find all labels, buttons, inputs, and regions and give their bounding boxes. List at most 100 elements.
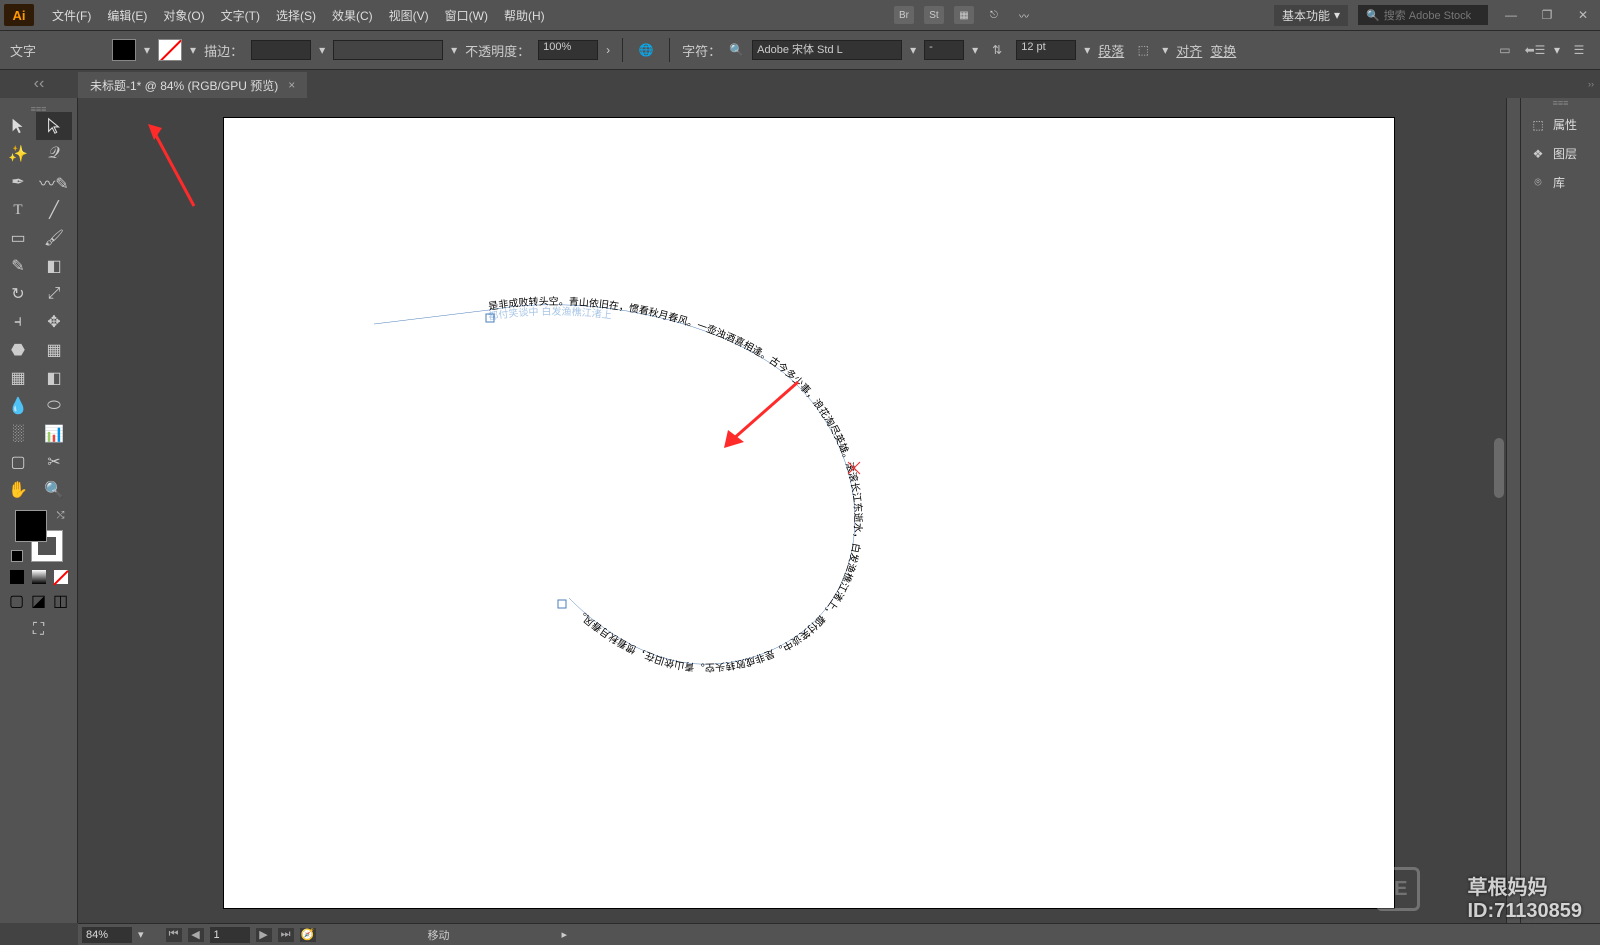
font-size-stepper[interactable]: ⇅ xyxy=(986,40,1008,60)
menu-select[interactable]: 选择(S) xyxy=(268,7,324,24)
right-panel-collapse[interactable]: ›› xyxy=(1506,70,1600,98)
feedback-icon[interactable]: 〰 xyxy=(1014,6,1034,24)
gradient-mode[interactable] xyxy=(28,568,50,586)
transform-label[interactable]: 变换 xyxy=(1210,41,1236,60)
scale-tool[interactable]: ⤢ xyxy=(36,280,72,308)
tab-close-icon[interactable]: × xyxy=(288,78,295,92)
workspace-switcher[interactable]: 基本功能 ▾ xyxy=(1274,5,1348,26)
zoom-tool[interactable]: 🔍 xyxy=(36,476,72,504)
screen-mode[interactable]: ⛶ xyxy=(21,616,57,644)
fill-color[interactable] xyxy=(15,510,47,542)
blend-tool[interactable]: ⬭ xyxy=(36,392,72,420)
zoom-input[interactable] xyxy=(82,927,132,943)
gpu-icon[interactable]: ⎋ xyxy=(984,6,1004,24)
status-menu[interactable]: ▸ xyxy=(562,928,568,941)
draw-normal[interactable]: ▢ xyxy=(6,592,28,610)
fill-stroke-control[interactable]: ⤭ xyxy=(11,510,67,562)
tools-collapse[interactable]: ‹‹ xyxy=(0,70,78,98)
window-minimize[interactable]: — xyxy=(1498,6,1524,24)
default-fill-stroke-icon[interactable] xyxy=(11,550,23,562)
perspective-tool[interactable]: ▦ xyxy=(36,336,72,364)
right-dock-strip[interactable] xyxy=(1506,98,1520,923)
font-family-dd[interactable]: ▾ xyxy=(910,43,916,57)
last-artboard[interactable]: ⏭ xyxy=(278,928,294,942)
slice-tool[interactable]: ✂ xyxy=(36,448,72,476)
artboard-tool[interactable]: ▢ xyxy=(0,448,36,476)
align-label[interactable]: 对齐 xyxy=(1176,41,1202,60)
pen-tool[interactable]: ✒ xyxy=(0,168,36,196)
properties-panel-button[interactable]: ⬚ 属性 xyxy=(1521,110,1600,139)
libraries-panel-button[interactable]: ⌾ 库 xyxy=(1521,168,1600,197)
menu-edit[interactable]: 编辑(E) xyxy=(99,7,155,24)
width-tool[interactable]: ⫞ xyxy=(0,308,36,336)
align-dd[interactable]: ▾ xyxy=(1554,43,1560,57)
vertical-scrollbar[interactable] xyxy=(1492,98,1506,923)
curvature-tool[interactable]: 〰✎ xyxy=(36,168,72,196)
font-size-dd[interactable]: ▾ xyxy=(1084,43,1090,57)
font-size-input[interactable]: 12 pt xyxy=(1016,40,1076,60)
free-transform-tool[interactable]: ✥ xyxy=(36,308,72,336)
canvas-area[interactable]: 是非成败转头空。青山依旧在，惯看秋月春风。一壶浊酒喜相逢。古今多少事，浪花淘尽英… xyxy=(78,98,1506,923)
menu-help[interactable]: 帮助(H) xyxy=(496,7,553,24)
tools-grip[interactable]: ≡≡≡ xyxy=(0,104,77,112)
window-restore[interactable]: ❐ xyxy=(1534,6,1560,24)
eraser-tool[interactable]: ◧ xyxy=(36,252,72,280)
fill-dropdown[interactable]: ▾ xyxy=(144,43,150,57)
artboard-nav-menu[interactable]: 🧭 xyxy=(300,928,316,942)
mesh-tool[interactable]: ▦ xyxy=(0,364,36,392)
font-search-icon[interactable]: 🔍 xyxy=(729,43,744,57)
symbol-sprayer-tool[interactable]: ░ xyxy=(0,420,36,448)
para-panel-icon[interactable]: ⬚ xyxy=(1132,40,1154,60)
next-artboard[interactable]: ▶ xyxy=(256,928,272,942)
opacity-input[interactable]: 100% xyxy=(538,40,598,60)
line-tool[interactable]: ╱ xyxy=(36,196,72,224)
swap-fill-stroke-icon[interactable]: ⤭ xyxy=(57,510,65,521)
draw-inside[interactable]: ◫ xyxy=(50,592,72,610)
right-panel-grip[interactable]: ≡≡≡ xyxy=(1521,98,1600,110)
stock-search-input[interactable]: 🔍 搜索 Adobe Stock xyxy=(1358,5,1488,25)
column-graph-tool[interactable]: 📊 xyxy=(36,420,72,448)
layers-panel-button[interactable]: ❖ 图层 xyxy=(1521,139,1600,168)
menu-window[interactable]: 窗口(W) xyxy=(437,7,496,24)
fill-swatch[interactable] xyxy=(112,39,136,61)
document-tab[interactable]: 未标题-1* @ 84% (RGB/GPU 预览) × xyxy=(78,72,307,98)
rotate-tool[interactable]: ↻ xyxy=(0,280,36,308)
recolor-icon[interactable]: 🌐 xyxy=(635,40,657,60)
magic-wand-tool[interactable]: ✨ xyxy=(0,140,36,168)
stock-icon[interactable]: St xyxy=(924,6,944,24)
rectangle-tool[interactable]: ▭ xyxy=(0,224,36,252)
font-style-input[interactable]: - xyxy=(924,40,964,60)
brush-dd[interactable]: ▾ xyxy=(451,43,457,57)
stroke-weight-input[interactable] xyxy=(251,40,311,60)
window-close[interactable]: ✕ xyxy=(1570,6,1596,24)
font-style-dd[interactable]: ▾ xyxy=(972,43,978,57)
menu-effect[interactable]: 效果(C) xyxy=(324,7,381,24)
draw-behind[interactable]: ◪ xyxy=(28,592,50,610)
direct-selection-tool[interactable] xyxy=(36,112,72,140)
menu-file[interactable]: 文件(F) xyxy=(44,7,99,24)
stroke-weight-dd[interactable]: ▾ xyxy=(319,43,325,57)
para-dd[interactable]: ▾ xyxy=(1162,43,1168,57)
selection-tool[interactable] xyxy=(0,112,36,140)
menu-view[interactable]: 视图(V) xyxy=(381,7,437,24)
hand-tool[interactable]: ✋ xyxy=(0,476,36,504)
menu-type[interactable]: 文字(T) xyxy=(213,7,268,24)
stroke-swatch[interactable] xyxy=(158,39,182,61)
shape-builder-tool[interactable]: ⬣ xyxy=(0,336,36,364)
eyedropper-tool[interactable]: 💧 xyxy=(0,392,36,420)
vertical-scrollbar-thumb[interactable] xyxy=(1494,438,1504,498)
paintbrush-tool[interactable]: 🖌 xyxy=(36,224,72,252)
type-tool[interactable]: T xyxy=(0,196,36,224)
paragraph-label[interactable]: 段落 xyxy=(1098,41,1124,60)
align-panel-icon[interactable]: ⬅☰ xyxy=(1524,40,1546,60)
zoom-dd[interactable]: ▾ xyxy=(138,928,144,941)
first-artboard[interactable]: ⏮ xyxy=(166,928,182,942)
stroke-dropdown[interactable]: ▾ xyxy=(190,43,196,57)
bridge-icon[interactable]: Br xyxy=(894,6,914,24)
lasso-tool[interactable]: 𝒬 xyxy=(36,140,72,168)
opacity-dd[interactable]: › xyxy=(606,43,610,57)
color-mode[interactable] xyxy=(6,568,28,586)
brush-definition[interactable] xyxy=(333,40,443,60)
prev-artboard[interactable]: ◀ xyxy=(188,928,204,942)
gradient-tool[interactable]: ◧ xyxy=(36,364,72,392)
